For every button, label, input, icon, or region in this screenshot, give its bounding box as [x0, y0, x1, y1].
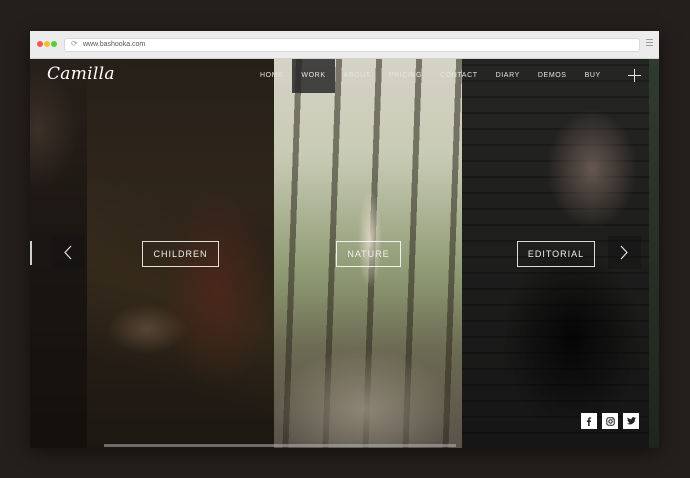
- close-window-button[interactable]: [37, 41, 43, 47]
- nav-item-pricing[interactable]: PRICING: [380, 59, 431, 93]
- browser-menu-icon[interactable]: [646, 39, 653, 48]
- site-header: Camilla HOME WORK ABOUT PRICING CONTACT DIARY…: [30, 59, 659, 93]
- twitter-button[interactable]: [623, 413, 639, 429]
- plus-icon[interactable]: [628, 69, 641, 82]
- chevron-left-icon: [64, 245, 72, 260]
- slider-progress-bar[interactable]: [104, 444, 456, 447]
- nav-item-buy[interactable]: BUY: [576, 59, 610, 93]
- nav-item-home[interactable]: HOME: [251, 59, 292, 93]
- url-text: www.bashooka.com: [83, 41, 146, 48]
- browser-window: ⟳ www.bashooka.com Camilla HOME WORK ABOUT…: [30, 31, 659, 448]
- facebook-button[interactable]: [581, 413, 597, 429]
- previous-arrow-button[interactable]: [52, 236, 85, 269]
- site-logo[interactable]: Camilla: [47, 64, 115, 84]
- instagram-icon: [605, 416, 615, 426]
- previous-category-edge[interactable]: [30, 241, 32, 265]
- category-editorial-button[interactable]: EDITORIAL: [517, 241, 595, 267]
- nav-item-contact[interactable]: CONTACT: [431, 59, 487, 93]
- panel-next-preview[interactable]: [649, 59, 659, 448]
- twitter-icon: [626, 417, 636, 425]
- nav-item-about[interactable]: ABOUT: [335, 59, 380, 93]
- next-arrow-button[interactable]: [608, 236, 641, 269]
- page-viewport: Camilla HOME WORK ABOUT PRICING CONTACT DIARY…: [30, 59, 659, 448]
- category-nature-button[interactable]: NATURE: [336, 241, 401, 267]
- nav-item-work[interactable]: WORK: [292, 59, 335, 93]
- maximize-window-button[interactable]: [51, 41, 57, 47]
- address-bar[interactable]: ⟳ www.bashooka.com: [64, 38, 640, 52]
- minimize-window-button[interactable]: [44, 41, 50, 47]
- reload-icon[interactable]: ⟳: [71, 38, 78, 50]
- category-children-button[interactable]: CHILDREN: [142, 241, 219, 267]
- browser-toolbar: ⟳ www.bashooka.com: [30, 31, 659, 59]
- main-nav: HOME WORK ABOUT PRICING CONTACT DIARY DEMOS BUY: [251, 59, 610, 93]
- nav-item-diary[interactable]: DIARY: [487, 59, 529, 93]
- social-links: [576, 413, 639, 429]
- instagram-button[interactable]: [602, 413, 618, 429]
- chevron-right-icon: [620, 245, 628, 260]
- nav-item-demos[interactable]: DEMOS: [529, 59, 576, 93]
- facebook-icon: [586, 416, 592, 426]
